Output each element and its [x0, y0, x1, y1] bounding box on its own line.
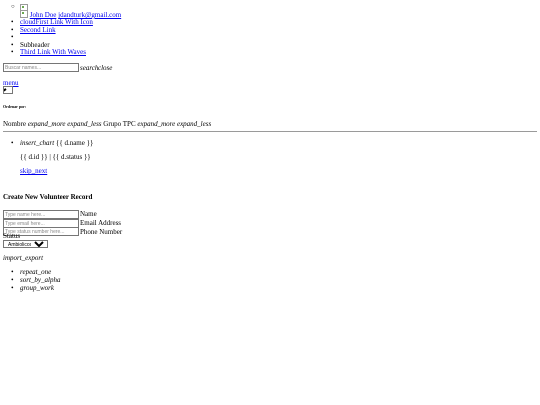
- nav-divider-item: [11, 33, 22, 41]
- nav-item-third[interactable]: Third Link With Waves: [11, 48, 86, 56]
- group-work-icon[interactable]: group_work: [11, 284, 54, 292]
- status-label: Status: [3, 232, 21, 240]
- expand-more-icon[interactable]: expand_more: [28, 120, 66, 128]
- name-field[interactable]: [3, 210, 79, 219]
- first-link[interactable]: cloudFirst Link With Icon: [20, 18, 93, 26]
- sort-heading: Ordenar por:: [3, 104, 27, 109]
- first-link-label: First Link With Icon: [35, 18, 93, 26]
- expand-less-icon[interactable]: expand_less: [67, 120, 101, 128]
- name-label: Name: [80, 210, 97, 218]
- skip-link-wrap: skip_next: [20, 167, 47, 175]
- repeat-one-icon[interactable]: repeat_one: [11, 268, 51, 276]
- third-link[interactable]: Third Link With Waves: [20, 48, 86, 56]
- expand-less-icon[interactable]: expand_less: [177, 120, 211, 128]
- list-item[interactable]: insert_chart {{ d.name }}: [11, 139, 94, 147]
- status-select[interactable]: Ambiolicos: [3, 240, 48, 248]
- expand-more-icon[interactable]: expand_more: [137, 120, 175, 128]
- import-export-icon[interactable]: import_export: [3, 254, 43, 262]
- sort-nombre-label: Nombre: [3, 120, 26, 128]
- item-name: {{ d.name }}: [55, 139, 94, 147]
- avatar: [20, 10, 28, 18]
- nav-item-first[interactable]: cloudFirst Link With Icon: [11, 18, 93, 26]
- skip-next-icon[interactable]: skip_next: [20, 167, 47, 175]
- sort-row: Nombre expand_more expand_less Grupo TPC…: [3, 120, 211, 128]
- search-icon[interactable]: search: [80, 64, 98, 72]
- sort-grupo-label: Grupo TPC: [103, 120, 136, 128]
- insert-chart-icon: insert_chart: [20, 139, 55, 147]
- second-link[interactable]: Second Link: [20, 26, 56, 34]
- menu-select[interactable]: [3, 86, 13, 94]
- nav-item-second[interactable]: Second Link: [11, 26, 56, 34]
- email-label: Email Address: [80, 219, 122, 227]
- cloud-icon: cloud: [20, 18, 36, 26]
- phone-label: Phone Number: [80, 228, 123, 236]
- close-icon[interactable]: close: [98, 64, 112, 72]
- search-input[interactable]: [3, 63, 79, 72]
- divider: [3, 131, 537, 132]
- sort-by-alpha-icon[interactable]: sort_by_alpha: [11, 276, 61, 284]
- item-meta: {{ d.id }} | {{ d.status }}: [20, 153, 91, 161]
- form-heading: Create New Volunteer Record: [3, 193, 93, 201]
